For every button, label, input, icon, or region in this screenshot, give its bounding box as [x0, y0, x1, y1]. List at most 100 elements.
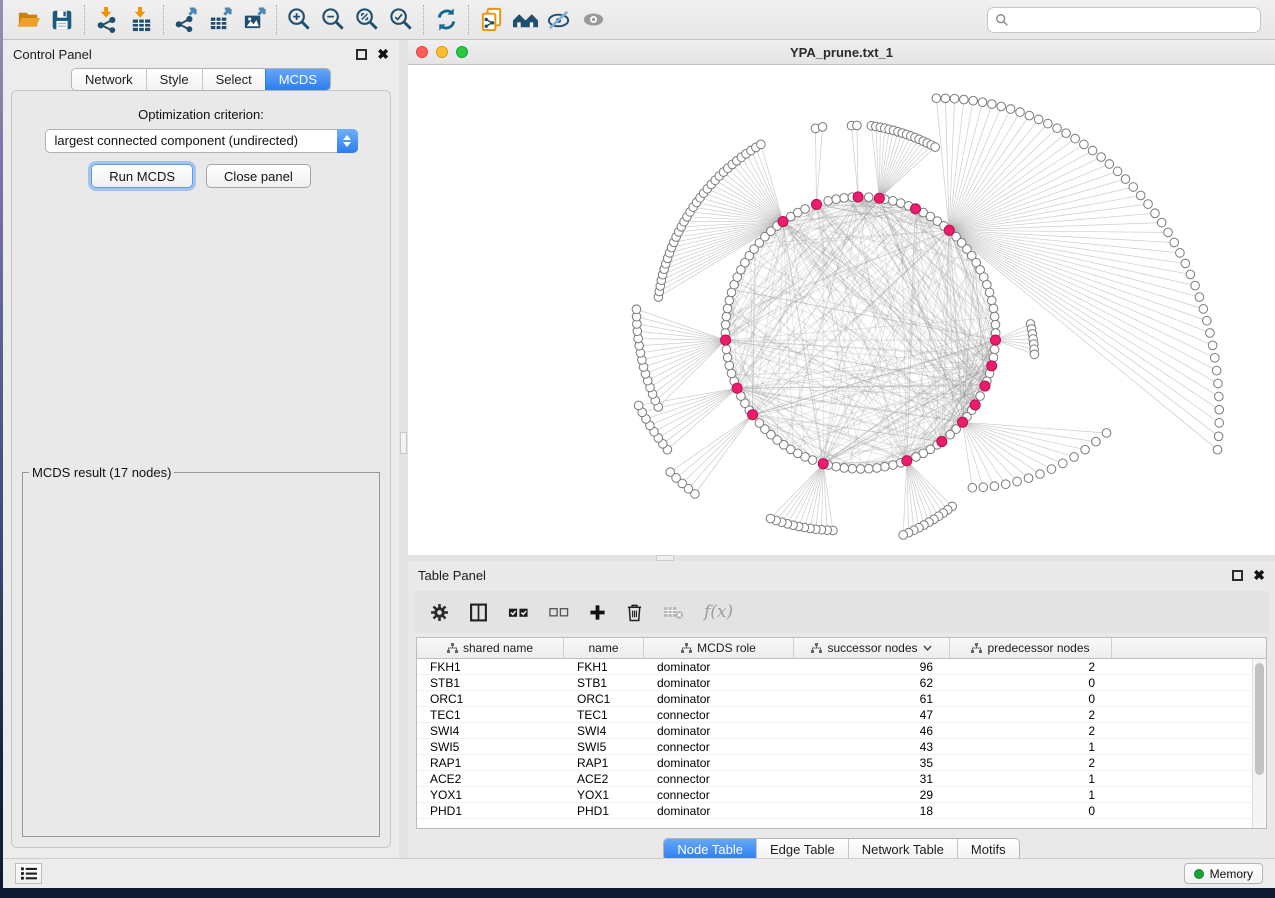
export-network-icon[interactable]: [169, 4, 203, 36]
network-canvas[interactable]: [408, 65, 1275, 558]
network-hub-node[interactable]: [811, 199, 821, 209]
tab-node-table[interactable]: Node Table: [664, 839, 756, 860]
network-node[interactable]: [881, 462, 890, 471]
network-node[interactable]: [725, 296, 734, 305]
show-columns-icon[interactable]: [469, 603, 488, 622]
panel-list-button[interactable]: [15, 863, 42, 884]
column-header-shared-name[interactable]: shared name: [417, 638, 564, 658]
network-node[interactable]: [1186, 270, 1195, 279]
network-hub-node[interactable]: [732, 383, 742, 393]
network-hub-node[interactable]: [910, 204, 920, 214]
network-node[interactable]: [824, 197, 833, 206]
network-node[interactable]: [1136, 191, 1145, 200]
search-field[interactable]: [987, 7, 1261, 33]
column-header-predecessor-nodes[interactable]: predecessor nodes: [950, 638, 1112, 658]
network-node[interactable]: [1164, 228, 1173, 237]
network-hub-node[interactable]: [778, 216, 788, 226]
network-hub-node[interactable]: [944, 225, 954, 235]
network-node[interactable]: [946, 430, 955, 439]
search-input[interactable]: [1014, 12, 1253, 27]
network-node[interactable]: [1013, 477, 1022, 486]
network-node[interactable]: [1053, 124, 1062, 133]
network-node[interactable]: [1036, 470, 1045, 479]
delete-column-icon[interactable]: [626, 603, 643, 622]
network-node[interactable]: [987, 296, 996, 305]
network-node[interactable]: [1211, 353, 1220, 362]
duplicate-network-icon[interactable]: [474, 4, 508, 36]
network-node[interactable]: [1215, 419, 1224, 428]
network-node[interactable]: [1213, 445, 1222, 454]
import-network-icon[interactable]: [90, 4, 124, 36]
network-node[interactable]: [1097, 153, 1106, 162]
network-hub-node[interactable]: [721, 335, 731, 345]
network-node[interactable]: [856, 465, 865, 474]
network-node[interactable]: [722, 312, 731, 321]
table-row[interactable]: ACE2ACE2connector311: [417, 771, 1266, 787]
network-hub-node[interactable]: [970, 400, 980, 410]
tab-style[interactable]: Style: [146, 69, 202, 90]
network-node[interactable]: [853, 121, 862, 130]
first-neighbors-icon[interactable]: [508, 4, 542, 36]
network-node[interactable]: [766, 514, 775, 523]
network-node[interactable]: [1062, 129, 1071, 138]
save-icon[interactable]: [45, 4, 79, 36]
import-table-icon[interactable]: [124, 4, 158, 36]
tab-network-table[interactable]: Network Table: [848, 839, 957, 860]
network-node[interactable]: [832, 462, 841, 471]
network-node[interactable]: [931, 143, 940, 152]
network-node[interactable]: [757, 140, 766, 149]
window-zoom-icon[interactable]: [456, 46, 468, 58]
network-hub-node[interactable]: [937, 436, 947, 446]
network-node[interactable]: [1092, 437, 1101, 446]
create-column-icon[interactable]: [589, 604, 606, 621]
network-node[interactable]: [960, 95, 969, 104]
table-row[interactable]: SWI5SWI5connector431: [417, 739, 1266, 755]
network-node[interactable]: [1195, 293, 1204, 302]
network-node[interactable]: [723, 353, 732, 362]
network-node[interactable]: [1047, 465, 1056, 474]
unselect-all-columns-icon[interactable]: [549, 606, 569, 619]
network-node[interactable]: [989, 304, 998, 313]
network-hub-node[interactable]: [990, 335, 1000, 345]
close-panel-button[interactable]: Close panel: [206, 164, 311, 188]
network-node[interactable]: [632, 305, 641, 314]
table-row[interactable]: RAP1RAP1dominator352: [417, 755, 1266, 771]
network-node[interactable]: [840, 194, 849, 203]
network-node[interactable]: [1215, 392, 1224, 401]
network-node[interactable]: [1030, 350, 1039, 359]
float-panel-icon[interactable]: [1232, 570, 1243, 581]
network-node[interactable]: [864, 464, 873, 473]
table-row[interactable]: TEC1TEC1connector472: [417, 707, 1266, 723]
show-all-icon[interactable]: [576, 4, 610, 36]
network-node[interactable]: [634, 401, 643, 410]
network-node[interactable]: [1058, 459, 1067, 468]
zoom-fit-icon[interactable]: [350, 4, 384, 36]
network-node[interactable]: [950, 94, 959, 103]
network-hub-node[interactable]: [980, 381, 990, 391]
network-node[interactable]: [976, 392, 985, 401]
tab-motifs[interactable]: Motifs: [957, 839, 1019, 860]
network-window-titlebar[interactable]: YPA_prune.txt_1: [408, 40, 1275, 65]
tab-network[interactable]: Network: [72, 69, 146, 90]
tab-mcds[interactable]: MCDS: [265, 69, 330, 90]
network-node[interactable]: [873, 464, 882, 473]
network-node[interactable]: [1070, 453, 1079, 462]
network-node[interactable]: [1191, 281, 1200, 290]
network-node[interactable]: [997, 102, 1006, 111]
network-node[interactable]: [990, 312, 999, 321]
network-node[interactable]: [725, 361, 734, 370]
network-node[interactable]: [818, 123, 827, 132]
network-node[interactable]: [1176, 249, 1185, 258]
tab-edge-table[interactable]: Edge Table: [756, 839, 848, 860]
network-node[interactable]: [1203, 316, 1212, 325]
close-panel-icon[interactable]: ✖: [1253, 570, 1265, 581]
refresh-icon[interactable]: [429, 4, 463, 36]
table-settings-gear-icon[interactable]: [430, 603, 449, 622]
network-node[interactable]: [801, 205, 810, 214]
export-table-icon[interactable]: [203, 4, 237, 36]
network-node[interactable]: [1181, 259, 1190, 268]
network-node[interactable]: [1080, 140, 1089, 149]
zoom-out-icon[interactable]: [316, 4, 350, 36]
horizontal-splitter[interactable]: [408, 555, 1275, 561]
splitter-grip[interactable]: [656, 555, 674, 561]
